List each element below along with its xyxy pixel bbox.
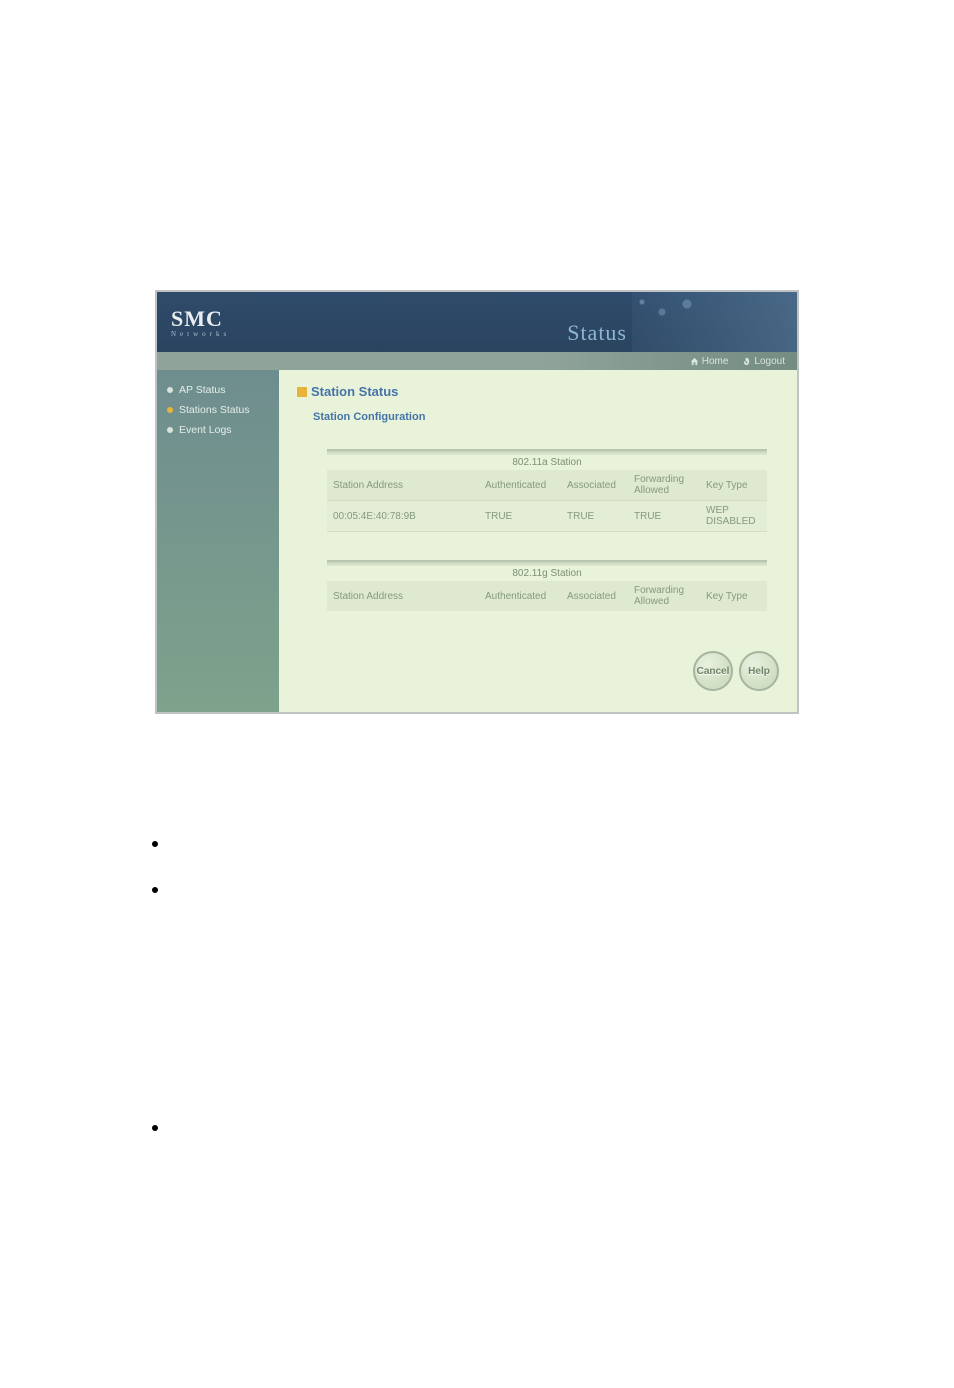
bullet-dot-icon: [152, 887, 158, 893]
topbar: Home Logout: [157, 352, 797, 370]
col-station-address: Station Address: [327, 581, 479, 611]
col-forwarding: Forwarding Allowed: [628, 470, 700, 501]
logo-sub: Networks: [171, 330, 230, 338]
sidebar-item-label: Event Logs: [179, 424, 232, 436]
home-link[interactable]: Home: [690, 356, 729, 367]
table-header-row: Station Address Authenticated Associated…: [327, 470, 767, 501]
logo-main: SMC: [171, 306, 223, 331]
content: Station Status Station Configuration 802…: [279, 370, 797, 712]
table-80211a: 802.11a Station Station Address Authenti…: [327, 449, 767, 532]
sidebar-item-ap-status[interactable]: AP Status: [157, 380, 279, 400]
col-associated: Associated: [561, 470, 628, 501]
page-title: Station Status: [297, 384, 783, 399]
help-label: Help: [748, 666, 770, 677]
table-caption: 802.11g Station: [327, 566, 767, 581]
table-80211g: 802.11g Station Station Address Authenti…: [327, 560, 767, 611]
cell-authenticated: TRUE: [479, 501, 561, 532]
col-associated: Associated: [561, 581, 628, 611]
col-forwarding: Forwarding Allowed: [628, 581, 700, 611]
sidebar-item-label: AP Status: [179, 384, 226, 396]
col-key-type: Key Type: [700, 470, 767, 501]
cancel-label: Cancel: [697, 666, 730, 677]
sidebar-item-event-logs[interactable]: Event Logs: [157, 420, 279, 440]
body: AP Status Stations Status Event Logs Sta…: [157, 370, 797, 712]
home-label: Home: [702, 356, 729, 367]
app-window: SMC Networks Status Home Logout AP Statu…: [155, 290, 799, 714]
col-authenticated: Authenticated: [479, 470, 561, 501]
cell-station-address: 00:05:4E:40:78:9B: [327, 501, 479, 532]
title-square-icon: [297, 387, 307, 397]
subheading: Station Configuration: [313, 411, 783, 423]
logout-icon: [742, 357, 751, 366]
cell-associated: TRUE: [561, 501, 628, 532]
header: SMC Networks Status: [157, 292, 797, 352]
station-table-a: Station Address Authenticated Associated…: [327, 470, 767, 532]
table-caption: 802.11a Station: [327, 455, 767, 470]
col-key-type: Key Type: [700, 581, 767, 611]
page-title-text: Station Status: [311, 384, 398, 399]
col-station-address: Station Address: [327, 470, 479, 501]
col-authenticated: Authenticated: [479, 581, 561, 611]
action-bar: Cancel Help: [297, 651, 783, 691]
logout-label: Logout: [754, 356, 785, 367]
logout-link[interactable]: Logout: [742, 356, 785, 367]
bullet-icon: [167, 427, 173, 433]
brand-logo: SMC Networks: [171, 306, 230, 338]
below-bullets: [152, 834, 954, 1136]
station-table-g: Station Address Authenticated Associated…: [327, 581, 767, 611]
cell-key-type: WEP DISABLED: [700, 501, 767, 532]
bullet-dot-icon: [152, 841, 158, 847]
cell-forwarding: TRUE: [628, 501, 700, 532]
help-button[interactable]: Help: [739, 651, 779, 691]
section-title: Status: [567, 320, 627, 346]
home-icon: [690, 357, 699, 366]
table-header-row: Station Address Authenticated Associated…: [327, 581, 767, 611]
table-row: 00:05:4E:40:78:9B TRUE TRUE TRUE WEP DIS…: [327, 501, 767, 532]
cancel-button[interactable]: Cancel: [693, 651, 733, 691]
sidebar-item-stations-status[interactable]: Stations Status: [157, 400, 279, 420]
bullet-icon: [167, 407, 173, 413]
bullet-dot-icon: [152, 1125, 158, 1131]
sidebar-item-label: Stations Status: [179, 404, 250, 416]
header-graphic: [632, 292, 797, 352]
sidebar: AP Status Stations Status Event Logs: [157, 370, 279, 712]
bullet-icon: [167, 387, 173, 393]
